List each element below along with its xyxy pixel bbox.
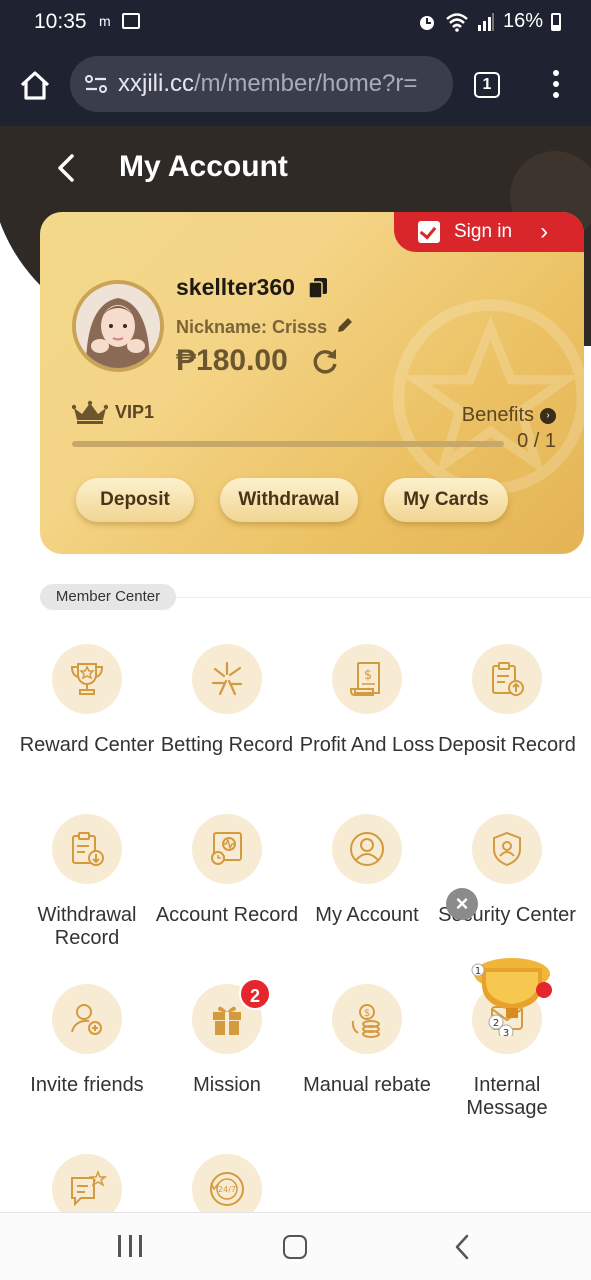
notification-badge: 2 [239, 978, 271, 1010]
balance-amount: ₱180.00 [176, 344, 288, 377]
trophy-icon [52, 644, 122, 714]
system-navigation-bar [0, 1212, 591, 1280]
benefits-label: Benefits [461, 404, 534, 426]
status-bar: 10:35 m 16% [0, 0, 591, 46]
menu-item-label: Betting Record [160, 734, 294, 756]
clipboard-down-icon [52, 814, 122, 884]
avatar[interactable] [72, 280, 164, 372]
site-settings-icon[interactable] [82, 70, 110, 98]
copy-icon[interactable] [308, 277, 328, 299]
menu-item-reward-center[interactable]: Reward Center [13, 644, 161, 757]
menu-item-label: Reward Center [19, 734, 155, 756]
floating-trophy-icon[interactable]: 2 3 1 [466, 950, 558, 1036]
recent-apps-icon[interactable] [118, 1235, 142, 1257]
account-record-icon [192, 814, 262, 884]
menu-item-label: Manual rebate [303, 1074, 431, 1096]
tab-switcher-button[interactable]: 1 [474, 72, 500, 98]
home-icon[interactable] [18, 68, 52, 102]
m-icon: m [99, 13, 111, 29]
svg-text:$: $ [364, 668, 372, 683]
battery-percent: 16% [502, 10, 543, 32]
menu-item-label: Profit And Loss [299, 734, 435, 756]
avatar-image [76, 284, 160, 368]
sign-in-label: Sign in [454, 221, 513, 242]
menu-item-betting-record[interactable]: Betting Record [153, 644, 301, 757]
my-cards-button[interactable]: My Cards [384, 478, 508, 522]
browser-toolbar: xxjili.cc/m/member/home?r= 1 [0, 46, 591, 126]
benefits-link[interactable]: Benefits › [462, 404, 556, 427]
page-title: My Account [119, 150, 288, 183]
member-center-label: Member Center [40, 584, 176, 610]
username: skellter360 [176, 274, 295, 300]
menu-item-label: Deposit Record [438, 734, 576, 756]
edit-pencil-icon[interactable] [336, 316, 354, 334]
address-bar[interactable]: xxjili.cc/m/member/home?r= [70, 56, 453, 112]
sign-in-button[interactable]: Sign in › [394, 212, 584, 252]
menu-item-label: Mission [193, 1074, 261, 1096]
account-card: Sign in › skellter360 Nickname: Crisss ₱… [40, 212, 584, 554]
back-arrow-icon[interactable] [52, 152, 80, 184]
vip-progress-text: 0 / 1 [517, 430, 556, 452]
nickname: Nickname: Crisss [176, 317, 328, 337]
menu-item-invite-friends[interactable]: Invite friends [13, 984, 161, 1097]
more-menu-icon[interactable] [548, 70, 564, 100]
betting-icon [192, 644, 262, 714]
crown-icon [72, 400, 108, 424]
menu-item-label: Account Record [155, 904, 299, 926]
menu-item-label: Withdrawal Record [37, 904, 137, 949]
withdrawal-button[interactable]: Withdrawal [220, 478, 358, 522]
signal-icon [477, 12, 494, 31]
svg-text:24/7: 24/7 [218, 1185, 236, 1194]
trophy-number-3: 3 [503, 1028, 509, 1036]
refresh-icon[interactable] [310, 346, 340, 376]
battery-icon [551, 12, 561, 31]
vip-progress-bar [72, 441, 504, 447]
back-icon[interactable] [452, 1233, 472, 1261]
status-icons: 16% [417, 10, 561, 33]
menu-item-mission[interactable]: 2 Mission [153, 978, 301, 1097]
home-button-icon[interactable] [283, 1235, 307, 1259]
alarm-icon [419, 15, 434, 30]
svg-text:$: $ [364, 1008, 370, 1019]
calendar-check-icon [418, 221, 440, 243]
menu-item-manual-rebate[interactable]: $ Manual rebate [293, 984, 441, 1097]
menu-item-deposit-record[interactable]: Deposit Record [433, 644, 581, 757]
section-divider [176, 597, 591, 598]
close-floating-button[interactable]: × [446, 888, 478, 920]
menu-item-my-account[interactable]: My Account [293, 814, 441, 927]
trophy-number-2: 2 [493, 1018, 499, 1029]
menu-item-account-record[interactable]: Account Record [153, 814, 301, 927]
bill-icon: $ [332, 644, 402, 714]
user-icon [332, 814, 402, 884]
chevron-right-circle-icon: › [540, 407, 556, 424]
menu-item-profit-and-loss[interactable]: $ Profit And Loss [293, 644, 441, 757]
menu-item-label: My Account [315, 904, 419, 926]
gallery-icon [122, 13, 140, 29]
deposit-button[interactable]: Deposit [76, 478, 194, 522]
url-host: xxjili.cc [118, 70, 194, 97]
chevron-right-icon: › [540, 218, 549, 245]
wifi-icon [446, 12, 468, 32]
clipboard-up-icon [472, 644, 542, 714]
vip-level: VIP1 [115, 402, 155, 422]
status-time: 10:35 [34, 10, 87, 33]
menu-item-label: Internal Message [466, 1074, 548, 1119]
shield-user-icon [472, 814, 542, 884]
invite-icon [52, 984, 122, 1054]
menu-item-label: Invite friends [30, 1074, 144, 1096]
rebate-icon: $ [332, 984, 402, 1054]
trophy-number-1: 1 [475, 966, 481, 977]
url-path: /m/member/home?r= [194, 70, 418, 97]
menu-item-withdrawal-record[interactable]: Withdrawal Record [13, 814, 161, 950]
